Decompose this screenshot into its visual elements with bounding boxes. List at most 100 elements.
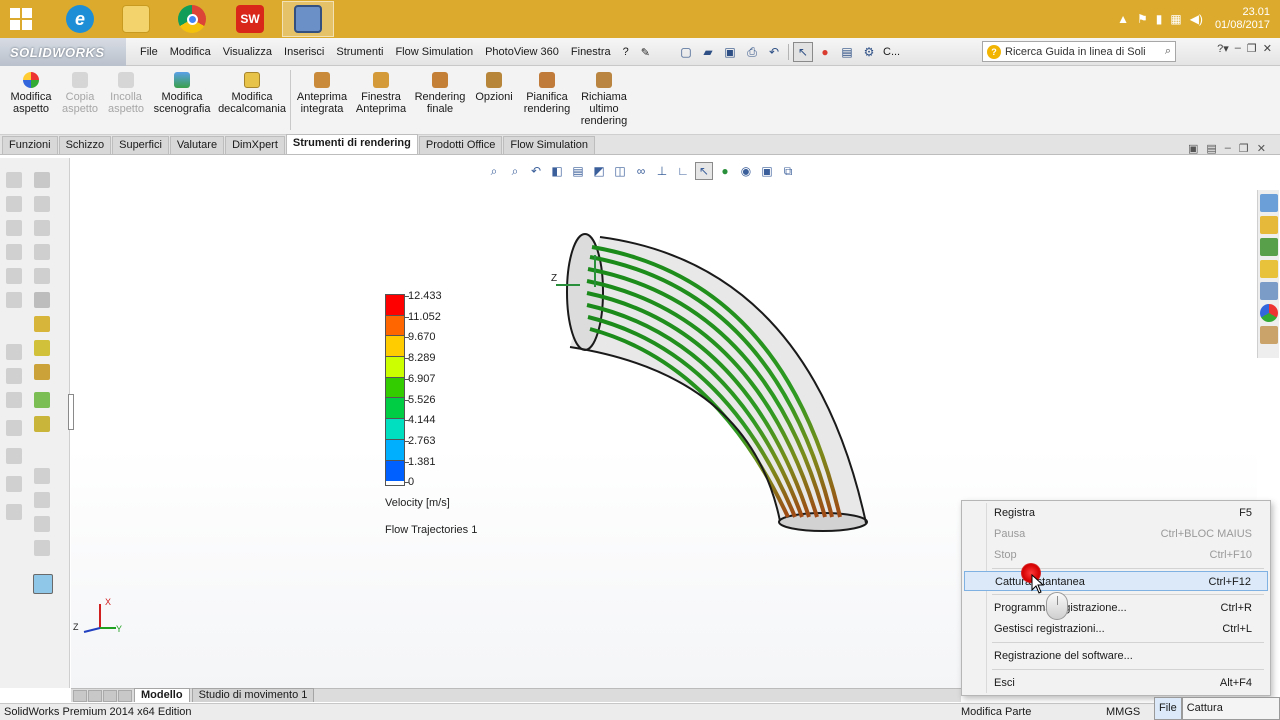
file-properties-icon[interactable]: ▤ bbox=[837, 42, 857, 62]
resources-icon[interactable] bbox=[1260, 194, 1278, 212]
network-icon[interactable]: ▦ bbox=[1170, 12, 1181, 26]
file-explorer-pane-icon[interactable] bbox=[1260, 260, 1278, 278]
menu-item-stop[interactable]: Stop Ctrl+F10 bbox=[964, 545, 1268, 565]
loft-tool-icon[interactable] bbox=[34, 392, 50, 408]
revolve-tool-icon[interactable] bbox=[34, 340, 50, 356]
design-library-icon[interactable] bbox=[1260, 238, 1278, 256]
plane-tool-icon[interactable] bbox=[34, 292, 50, 308]
section-view-icon[interactable]: ◧ bbox=[548, 162, 566, 180]
undo-icon[interactable]: ↶ bbox=[764, 42, 784, 62]
tab-dimxpert[interactable]: DimXpert bbox=[225, 136, 285, 154]
menu-item-gestisci-registrazioni[interactable]: Gestisci registrazioni... Ctrl+L bbox=[964, 619, 1268, 639]
taskbar-file-explorer[interactable] bbox=[110, 1, 162, 37]
apply-scene-icon[interactable]: ◉ bbox=[737, 162, 755, 180]
next-tab-icon[interactable] bbox=[103, 690, 117, 702]
view-orientation-icon[interactable]: ◩ bbox=[590, 162, 608, 180]
help-dropdown-icon[interactable]: ?▾ bbox=[1217, 42, 1229, 55]
new-document-icon[interactable]: ▢ bbox=[676, 42, 696, 62]
minimize-icon[interactable]: – bbox=[1235, 42, 1241, 55]
open-folder-icon[interactable]: ▰ bbox=[698, 42, 718, 62]
options-gear-icon[interactable]: ⚙ bbox=[859, 42, 879, 62]
cmd-incolla-aspetto[interactable]: Incolla aspetto bbox=[104, 72, 148, 115]
tile-icon[interactable]: ▣ bbox=[1188, 142, 1198, 155]
move-tool-icon[interactable] bbox=[6, 448, 22, 464]
menu-flow-simulation[interactable]: Flow Simulation bbox=[389, 46, 479, 58]
menu-strumenti[interactable]: Strumenti bbox=[330, 46, 389, 58]
menu-modifica[interactable]: Modifica bbox=[164, 46, 217, 58]
prev-tab-icon[interactable] bbox=[88, 690, 102, 702]
restore-icon[interactable]: ❐ bbox=[1247, 42, 1257, 55]
tab-schizzo[interactable]: Schizzo bbox=[58, 136, 112, 154]
volume-icon[interactable]: ◀) bbox=[1190, 12, 1203, 26]
sweep-tool-icon[interactable] bbox=[34, 364, 50, 380]
cmd-finestra-anteprima[interactable]: Finestra Anteprima bbox=[354, 72, 408, 115]
pipe-model[interactable]: Z bbox=[540, 225, 880, 535]
zoom-to-area-icon[interactable]: ⌕ bbox=[506, 162, 524, 180]
trim-tool-icon[interactable] bbox=[6, 344, 22, 360]
chamfer-tool-icon[interactable] bbox=[34, 416, 50, 432]
menu-visualizza[interactable]: Visualizza bbox=[217, 46, 278, 58]
doc-close-icon[interactable]: ✕ bbox=[1257, 142, 1266, 155]
corner-icon[interactable]: ∟ bbox=[674, 162, 692, 180]
cmd-modifica-decalcomania[interactable]: Modifica decalcomania bbox=[216, 72, 288, 115]
help-search-input[interactable]: ? Ricerca Guida in linea di Soli ⌕ bbox=[982, 41, 1176, 62]
zoom-to-fit-icon[interactable]: ⌕ bbox=[485, 162, 503, 180]
menu-item-pausa[interactable]: Pausa Ctrl+BLOC MAIUS bbox=[964, 524, 1268, 544]
triad-icon[interactable]: ⊥ bbox=[653, 162, 671, 180]
tab-funzioni[interactable]: Funzioni bbox=[2, 136, 58, 154]
shell-tool-icon[interactable] bbox=[34, 468, 50, 484]
split-icon[interactable]: ▤ bbox=[1206, 142, 1216, 155]
show-hidden-icons-icon[interactable]: ▲ bbox=[1117, 12, 1129, 26]
toolbar-expand-handle[interactable] bbox=[68, 394, 74, 430]
menu-inserisci[interactable]: Inserisci bbox=[278, 46, 330, 58]
line-tool-icon[interactable] bbox=[6, 196, 22, 212]
circle-tool-icon[interactable] bbox=[6, 220, 22, 236]
extrude-tool-icon[interactable] bbox=[34, 316, 50, 332]
previous-view-icon[interactable]: ↶ bbox=[527, 162, 545, 180]
cmd-richiama-ultimo-rendering[interactable]: Richiama ultimo rendering bbox=[578, 72, 630, 127]
taskbar-clock[interactable]: 23.01 01/08/2017 bbox=[1215, 6, 1270, 32]
edit-appearance-icon[interactable]: ● bbox=[716, 162, 734, 180]
select-arrow-icon[interactable]: ↖ bbox=[793, 42, 813, 62]
menu-item-registrazione-software[interactable]: Registrazione del software... bbox=[964, 646, 1268, 666]
tab-valutare[interactable]: Valutare bbox=[169, 136, 225, 154]
cmd-rendering-finale[interactable]: Rendering finale bbox=[412, 72, 468, 115]
search-icon[interactable]: ⌕ bbox=[1165, 45, 1171, 58]
status-units[interactable]: MMGS bbox=[1106, 704, 1140, 720]
save-icon[interactable]: ▣ bbox=[720, 42, 740, 62]
rib-tool-icon[interactable] bbox=[34, 492, 50, 508]
draft-tool-icon[interactable] bbox=[34, 516, 50, 532]
flow-trajectories-tool-icon[interactable] bbox=[33, 574, 53, 594]
cmd-pianifica-rendering[interactable]: Pianifica rendering bbox=[520, 72, 574, 115]
offset-tool-icon[interactable] bbox=[6, 392, 22, 408]
mirror-tool-icon[interactable] bbox=[6, 368, 22, 384]
rectangle-tool-icon[interactable] bbox=[34, 196, 50, 212]
quick-more[interactable]: C... bbox=[883, 46, 900, 58]
traffic-light-icon[interactable]: ● bbox=[815, 42, 835, 62]
arc-tool-icon[interactable] bbox=[6, 244, 22, 260]
recorder-file-tab[interactable]: File bbox=[1154, 697, 1182, 720]
recorder-capture-tab[interactable]: Cattura schermata bbox=[1181, 697, 1280, 720]
display-style-icon[interactable]: ◫ bbox=[611, 162, 629, 180]
fillet-tool-icon[interactable] bbox=[6, 292, 22, 308]
battery-icon[interactable]: ▮ bbox=[1156, 12, 1163, 26]
solidworks-logo[interactable]: SOLIDWORKS bbox=[0, 38, 126, 66]
cmd-anteprima-integrata[interactable]: Anteprima integrata bbox=[294, 72, 350, 115]
menu-item-programma-registrazione[interactable]: Programma registrazione... Ctrl+R bbox=[964, 598, 1268, 618]
menu-item-registra[interactable]: Registra F5 bbox=[964, 503, 1268, 523]
cmd-modifica-aspetto[interactable]: Modifica aspetto bbox=[6, 72, 56, 115]
select-pointer-icon[interactable]: ↖ bbox=[695, 162, 713, 180]
cmd-opzioni[interactable]: Opzioni bbox=[472, 72, 516, 103]
spline-tool-icon[interactable] bbox=[6, 268, 22, 284]
menu-item-cattura-istantanea[interactable]: Cattura istantanea Ctrl+F12 bbox=[964, 571, 1268, 591]
smart-dimension-icon[interactable] bbox=[34, 172, 50, 188]
tab-studio-di-movimento[interactable]: Studio di movimento 1 bbox=[191, 688, 315, 702]
doc-restore-icon[interactable]: ❐ bbox=[1239, 142, 1249, 155]
doc-minimize-icon[interactable]: – bbox=[1225, 142, 1231, 155]
polygon-tool-icon[interactable] bbox=[34, 244, 50, 260]
close-icon[interactable]: ✕ bbox=[1263, 42, 1272, 55]
appearances-icon[interactable] bbox=[1260, 304, 1278, 322]
dynamic-annotation-icon[interactable]: ▤ bbox=[569, 162, 587, 180]
hide-show-items-icon[interactable]: ∞ bbox=[632, 162, 650, 180]
tab-flow-simulation[interactable]: Flow Simulation bbox=[503, 136, 596, 154]
